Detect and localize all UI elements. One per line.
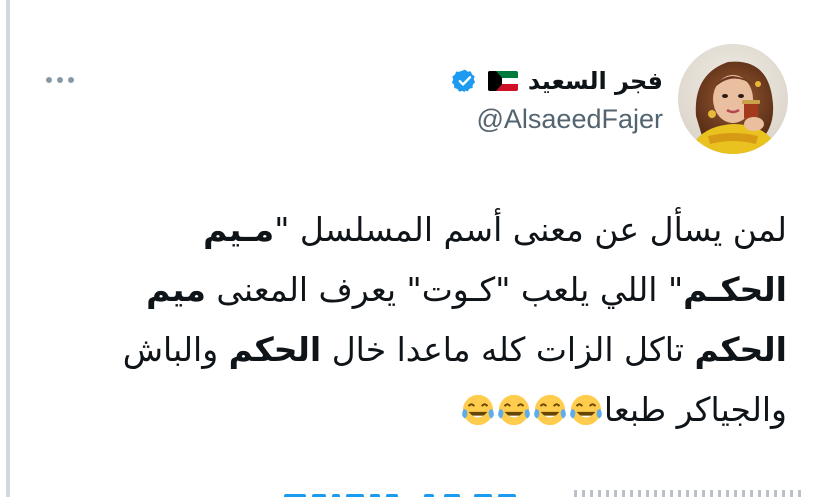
tweet-text-line2: " اللي يلعب "كـوت" يعرف المعنى	[216, 270, 684, 309]
cropped-link[interactable]	[284, 484, 534, 497]
face-with-tears-of-joy-icon	[534, 394, 566, 426]
cropped-meta-text	[574, 490, 804, 497]
username-handle[interactable]: @AlsaeedFajer	[477, 104, 664, 135]
face-with-tears-of-joy-icon	[462, 394, 494, 426]
author-name-row[interactable]: فجر السعيد	[451, 62, 663, 100]
tweet-text-bold-2: الحكـم	[683, 270, 787, 309]
timeline-thread-line	[0, 0, 10, 497]
face-with-tears-of-joy-icon	[498, 394, 530, 426]
face-with-tears-of-joy-icon	[570, 394, 602, 426]
tweet-text-bold-1: مـيم	[203, 210, 275, 249]
tweet-text-line3: تاكل الزات كله ماعدا خال	[331, 330, 695, 369]
profile-photo-image	[678, 44, 788, 154]
more-options-button[interactable]	[40, 62, 80, 98]
display-name[interactable]: فجر السعيد	[528, 67, 663, 95]
verified-badge-icon[interactable]	[451, 68, 478, 94]
tweet[interactable]: فجر السعيد @AlsaeedFajer لمن يسأل عن معن…	[14, 0, 829, 497]
kuwait-flag-icon	[487, 71, 518, 91]
tweet-text-bold-4: الحكم	[228, 330, 322, 369]
avatar[interactable]	[678, 44, 788, 154]
tweet-text: لمن يسأل عن معنى أسم المسلسل "مـيم الحكـ…	[97, 200, 787, 440]
tweet-text-line1: لمن يسأل عن معنى أسم المسلسل "	[274, 210, 787, 249]
more-horizontal-icon	[46, 77, 74, 83]
cropped-bottom-row	[14, 484, 829, 497]
